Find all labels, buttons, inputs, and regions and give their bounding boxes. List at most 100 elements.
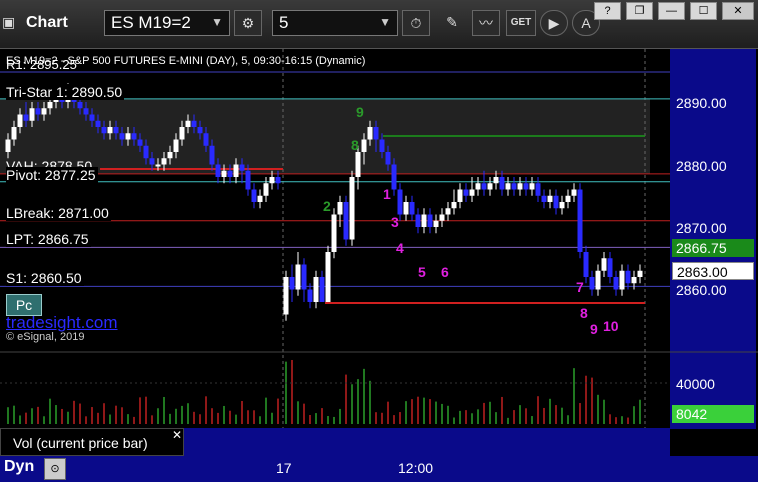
- td-count: 4: [396, 240, 404, 256]
- td-count: 10: [603, 318, 619, 334]
- level-label-tristar: Tri-Star 1: 2890.50: [6, 84, 125, 100]
- candle-body: [275, 177, 281, 184]
- candle-body: [421, 214, 427, 227]
- candle-body: [29, 108, 35, 121]
- candle-body: [505, 183, 511, 190]
- candle-body: [137, 139, 143, 146]
- candle-body: [367, 127, 373, 140]
- candle-body: [619, 270, 625, 290]
- candle-body: [131, 133, 137, 140]
- td-count: 9: [590, 321, 598, 337]
- candle-body: [379, 139, 385, 152]
- candle-body: [517, 183, 523, 190]
- td-count: 3: [391, 214, 399, 230]
- candle-body: [511, 183, 517, 190]
- candle-body: [89, 114, 95, 121]
- candle-body: [457, 189, 463, 202]
- td-count: 8: [580, 305, 588, 321]
- candle-body: [493, 177, 499, 184]
- candle-body: [403, 202, 409, 215]
- td-count: 5: [418, 264, 426, 280]
- lpt-price-tag: 2866.75: [672, 239, 754, 257]
- candle-body: [499, 177, 505, 190]
- candle-body: [185, 120, 191, 127]
- candle-body: [439, 214, 445, 221]
- candle-body: [451, 202, 457, 209]
- candle-body: [313, 277, 319, 302]
- last-price-tag: 2863.00: [672, 262, 754, 280]
- candle-body: [373, 127, 379, 140]
- candle-body: [571, 189, 577, 196]
- dyn-label[interactable]: Dyn: [4, 458, 34, 476]
- candle-body: [613, 277, 619, 290]
- candle-body: [41, 108, 47, 115]
- chart-canvas: [0, 49, 758, 456]
- candle-body: [11, 127, 17, 140]
- candle-body: [233, 164, 239, 177]
- volume-study-bar: [184, 428, 670, 456]
- close-icon[interactable]: ✕: [172, 428, 182, 442]
- candle-body: [251, 189, 257, 202]
- tradesight-link[interactable]: tradesight.com: [6, 313, 118, 333]
- candle-body: [349, 177, 355, 240]
- candle-body: [577, 189, 583, 252]
- candle-body: [331, 214, 337, 252]
- candle-body: [119, 133, 125, 140]
- candle-body: [295, 264, 301, 290]
- candle-body: [361, 139, 367, 152]
- level-label-lpt: LPT: 2866.75: [6, 231, 91, 247]
- candle-body: [95, 120, 101, 127]
- price-tick: 2890.00: [676, 95, 727, 111]
- candle-body: [227, 170, 233, 177]
- time-axis[interactable]: [0, 456, 758, 482]
- level-label-pivot: Pivot: 2877.25: [6, 167, 98, 183]
- td-count: 9: [356, 104, 364, 120]
- candle-body: [409, 202, 415, 215]
- candle-body: [239, 164, 245, 171]
- candle-body: [445, 208, 451, 215]
- candle-body: [523, 183, 529, 190]
- candle-body: [607, 258, 613, 277]
- candle-body: [77, 102, 83, 109]
- dynamic-toggle-icon[interactable]: ⊙: [44, 458, 66, 480]
- copyright-text: © eSignal, 2019: [6, 331, 85, 343]
- candle-body: [535, 183, 541, 196]
- candle-body: [35, 108, 41, 115]
- td-count: 8: [351, 137, 359, 153]
- candle-body: [143, 145, 149, 159]
- candle-body: [475, 183, 481, 190]
- candle-body: [589, 277, 595, 290]
- candle-body: [101, 127, 107, 134]
- candle-body: [209, 145, 215, 165]
- candle-body: [637, 270, 643, 277]
- candle-body: [307, 289, 313, 302]
- candle-body: [179, 127, 185, 140]
- time-tick: 17: [276, 460, 292, 476]
- candle-body: [215, 164, 221, 177]
- candle-body: [601, 258, 607, 271]
- candle-body: [319, 277, 325, 302]
- candle-body: [325, 252, 331, 302]
- candle-body: [337, 202, 343, 215]
- candle-body: [173, 139, 179, 152]
- candle-body: [167, 152, 173, 159]
- volume-study-label[interactable]: Vol (current price bar): [0, 428, 184, 456]
- level-label-s1: S1: 2860.50: [6, 270, 84, 286]
- candle-body: [565, 195, 571, 202]
- candle-body: [547, 195, 553, 202]
- candle-body: [595, 270, 601, 290]
- volume-current-tag: 8042: [672, 405, 754, 423]
- candle-body: [263, 183, 269, 196]
- candle-body: [427, 214, 433, 227]
- time-tick: 12:00: [398, 460, 434, 476]
- candle-body: [631, 277, 637, 284]
- candle-body: [149, 158, 155, 165]
- candle-body: [17, 114, 23, 127]
- candle-body: [433, 220, 439, 227]
- candle-body: [415, 214, 421, 227]
- td-count: 2: [323, 198, 331, 214]
- candle-body: [203, 133, 209, 146]
- candle-body: [559, 202, 565, 209]
- candle-body: [257, 195, 263, 202]
- candle-body: [155, 164, 161, 167]
